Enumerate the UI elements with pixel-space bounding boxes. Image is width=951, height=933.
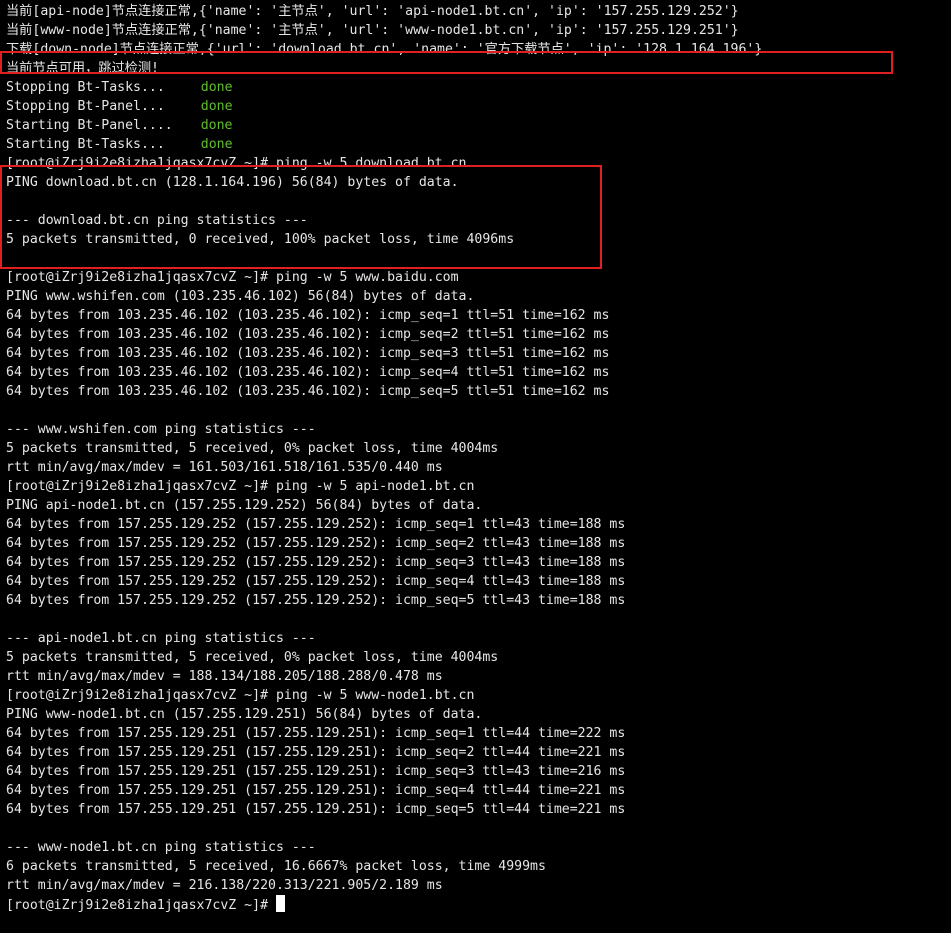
ping-statistics-header: --- download.bt.cn ping statistics --- bbox=[6, 213, 308, 228]
ping-statistics-summary: 5 packets transmitted, 5 received, 0% pa… bbox=[6, 650, 499, 665]
text-cursor bbox=[275, 895, 285, 912]
shell-prompt-command: [root@iZrj9i2e8izha1jqasx7cvZ ~]# ping -… bbox=[6, 156, 467, 171]
output-line-down-node-status: 下载[down-node]节点连接正常,{'url': 'download.bt… bbox=[6, 42, 763, 57]
ping-rtt-line: rtt min/avg/max/mdev = 161.503/161.518/1… bbox=[6, 460, 443, 475]
ping-reply-line: 64 bytes from 103.235.46.102 (103.235.46… bbox=[6, 365, 610, 380]
ping-statistics-summary: 5 packets transmitted, 5 received, 0% pa… bbox=[6, 441, 499, 456]
shell-prompt: [root@iZrj9i2e8izha1jqasx7cvZ ~]# bbox=[6, 898, 276, 913]
ping-statistics-header: --- www-node1.bt.cn ping statistics --- bbox=[6, 840, 316, 855]
output-line-node-available: 当前节点可用，跳过检测! bbox=[6, 61, 160, 76]
done-status: done bbox=[200, 137, 233, 152]
ping-statistics-summary: 6 packets transmitted, 5 received, 16.66… bbox=[6, 859, 546, 874]
ping-statistics-summary: 5 packets transmitted, 0 received, 100% … bbox=[6, 232, 515, 247]
output-line-www-node-status: 当前[www-node]节点连接正常,{'name': '主节点', 'url'… bbox=[6, 23, 739, 38]
ping-rtt-line: rtt min/avg/max/mdev = 216.138/220.313/2… bbox=[6, 878, 443, 893]
ping-statistics-header: --- www.wshifen.com ping statistics --- bbox=[6, 422, 316, 437]
terminal-window[interactable]: 当前[api-node]节点连接正常,{'name': '主节点', 'url'… bbox=[0, 0, 951, 933]
ping-output-line: PING www-node1.bt.cn (157.255.129.251) 5… bbox=[6, 707, 483, 722]
done-status: done bbox=[200, 99, 233, 114]
ping-reply-line: 64 bytes from 157.255.129.252 (157.255.1… bbox=[6, 536, 626, 551]
ping-rtt-line: rtt min/avg/max/mdev = 188.134/188.205/1… bbox=[6, 669, 443, 684]
service-status-line: Stopping Bt-Panel... done bbox=[6, 97, 951, 116]
shell-input-line[interactable]: [root@iZrj9i2e8izha1jqasx7cvZ ~]# bbox=[6, 895, 951, 914]
service-status-text: Stopping Bt-Tasks... bbox=[6, 80, 165, 95]
service-status-text: Starting Bt-Tasks... bbox=[6, 137, 165, 152]
ping-reply-line: 64 bytes from 103.235.46.102 (103.235.46… bbox=[6, 308, 610, 323]
ping-reply-line: 64 bytes from 157.255.129.251 (157.255.1… bbox=[6, 783, 626, 798]
shell-prompt-command: [root@iZrj9i2e8izha1jqasx7cvZ ~]# ping -… bbox=[6, 479, 475, 494]
ping-reply-line: 64 bytes from 157.255.129.252 (157.255.1… bbox=[6, 574, 626, 589]
ping-statistics-header: --- api-node1.bt.cn ping statistics --- bbox=[6, 631, 316, 646]
output-line-api-node-status: 当前[api-node]节点连接正常,{'name': '主节点', 'url'… bbox=[6, 4, 739, 19]
ping-reply-line: 64 bytes from 157.255.129.252 (157.255.1… bbox=[6, 517, 626, 532]
ping-reply-line: 64 bytes from 157.255.129.252 (157.255.1… bbox=[6, 555, 626, 570]
service-status-text: Starting Bt-Panel.... bbox=[6, 118, 173, 133]
ping-reply-line: 64 bytes from 157.255.129.252 (157.255.1… bbox=[6, 593, 626, 608]
ping-reply-line: 64 bytes from 103.235.46.102 (103.235.46… bbox=[6, 327, 610, 342]
ping-reply-line: 64 bytes from 157.255.129.251 (157.255.1… bbox=[6, 745, 626, 760]
ping-reply-line: 64 bytes from 103.235.46.102 (103.235.46… bbox=[6, 346, 610, 361]
done-status: done bbox=[200, 118, 233, 133]
ping-output-line: PING download.bt.cn (128.1.164.196) 56(8… bbox=[6, 175, 459, 190]
service-status-line: Starting Bt-Tasks... done bbox=[6, 135, 951, 154]
done-status: done bbox=[200, 80, 233, 95]
ping-reply-line: 64 bytes from 157.255.129.251 (157.255.1… bbox=[6, 764, 626, 779]
service-status-line: Starting Bt-Panel.... done bbox=[6, 116, 951, 135]
service-status-text: Stopping Bt-Panel... bbox=[6, 99, 165, 114]
service-status-line: Stopping Bt-Tasks... done bbox=[6, 78, 951, 97]
ping-reply-line: 64 bytes from 103.235.46.102 (103.235.46… bbox=[6, 384, 610, 399]
ping-output-line: PING www.wshifen.com (103.235.46.102) 56… bbox=[6, 289, 475, 304]
ping-output-line: PING api-node1.bt.cn (157.255.129.252) 5… bbox=[6, 498, 483, 513]
shell-prompt-command: [root@iZrj9i2e8izha1jqasx7cvZ ~]# ping -… bbox=[6, 688, 475, 703]
ping-reply-line: 64 bytes from 157.255.129.251 (157.255.1… bbox=[6, 726, 626, 741]
ping-reply-line: 64 bytes from 157.255.129.251 (157.255.1… bbox=[6, 802, 626, 817]
shell-prompt-command: [root@iZrj9i2e8izha1jqasx7cvZ ~]# ping -… bbox=[6, 270, 459, 285]
